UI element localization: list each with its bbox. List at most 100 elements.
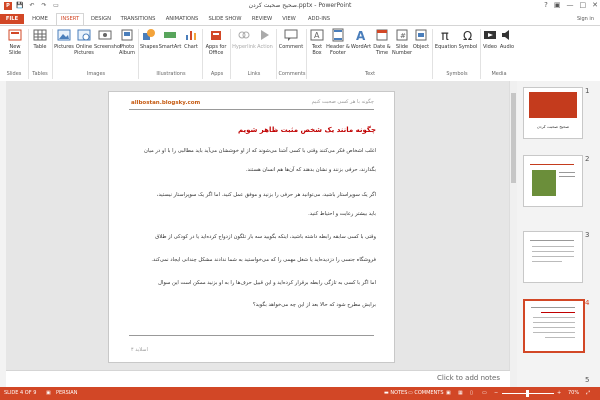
video-button[interactable]: Video [482,28,498,50]
apps-for-office-icon [211,31,221,40]
slide-number-icon: # [396,29,408,41]
fit-slide-icon[interactable]: ⤢ [586,387,590,400]
thumbnail-text [533,332,575,333]
slide-site-url: allbostan.blogsky.com [131,100,201,106]
close-button[interactable]: ✕ [592,1,598,9]
tab-transitions[interactable]: TRANSITIONS [118,14,158,24]
action-button[interactable]: Action [256,28,274,50]
current-slide[interactable]: allbostan.blogsky.com چگونه با هر کسی صح… [108,91,395,363]
ribbon-display-icon[interactable]: ▣ [554,1,561,9]
comment-label: Comment [278,44,304,50]
screenshot-button[interactable]: Screenshot [94,28,122,50]
zoom-slider-thumb[interactable] [526,390,529,397]
group-divider [138,29,139,79]
group-label-apps: Apps [210,71,224,77]
header-divider [129,109,374,110]
text-box-label: Text Box [311,44,323,56]
slide-paragraph: بگذارند، حرفی بزنند و نشان بدهند که آن‌ه… [245,167,376,173]
object-icon [415,29,427,41]
tab-animations[interactable]: ANIMATIONS [162,14,202,24]
equation-button[interactable]: π Equation [434,28,458,50]
text-box-button[interactable]: A Text Box [308,28,326,56]
video-label: Video [482,44,497,50]
tab-add-ins[interactable]: ADD-INS [304,14,334,24]
slide-thumbnail-1[interactable]: صحیح صحبت کردن [523,87,583,139]
slide-thumbnail-4-selected[interactable] [523,299,585,353]
hyperlink-icon [238,31,250,39]
wordart-label: WordArt [350,44,372,50]
status-bar: SLIDE 4 OF 9 ▣ PERSIAN ▬ NOTES ▭ COMMENT… [0,387,600,400]
scrollbar-thumb[interactable] [511,93,516,183]
thumbnail-text [532,251,574,252]
tab-view[interactable]: VIEW [278,14,300,24]
notes-button[interactable]: ▬ NOTES [384,387,407,400]
hyperlink-label: Hyperlink [232,44,256,50]
object-button[interactable]: Object [412,28,430,50]
thumbnail-image [532,170,556,196]
group-label-text: Text [364,71,376,77]
maximize-button[interactable]: □ [580,1,587,9]
zoom-in-button[interactable]: + [557,387,561,400]
header-footer-button[interactable]: Header & Footer [326,28,350,56]
sign-in-link[interactable]: Sign in [577,16,594,22]
normal-view-icon[interactable]: ▣ [446,387,451,400]
tab-review[interactable]: REVIEW [248,14,276,24]
minimize-button[interactable]: — [567,1,574,9]
notes-placeholder[interactable]: Click to add notes [437,374,500,382]
slide-number-button[interactable]: # Slide Number [392,28,412,56]
smartart-button[interactable]: SmartArt [158,28,182,50]
tab-slide-show[interactable]: SLIDE SHOW [206,14,244,24]
date-time-label: Date & Time [373,44,391,56]
help-icon[interactable]: ? [544,1,548,9]
equation-label: Equation [434,44,458,50]
language-indicator[interactable]: PERSIAN [56,387,77,400]
slide-title[interactable]: چگونه مانند یک شخص مثبت ظاهر شویم [238,126,376,134]
comments-button-label: COMMENTS [414,390,444,396]
table-button[interactable]: Table [30,28,50,50]
group-label-symbols: Symbols [446,71,468,77]
tab-file[interactable]: FILE [0,14,24,24]
header-footer-label: Header & Footer [326,44,350,56]
shapes-button[interactable]: Shapes [140,28,158,50]
comment-button[interactable]: Comment [278,28,304,50]
audio-label: Audio [499,44,515,50]
group-label-images: Images [86,71,106,77]
slide-thumbnail-3[interactable] [523,231,583,283]
thumbnail-text [533,322,575,323]
group-label-tables: Tables [32,71,48,77]
slideshow-icon[interactable]: ▭ [482,387,487,400]
audio-button[interactable]: Audio [499,28,515,50]
comment-icon [284,29,298,41]
symbol-button[interactable]: Ω Symbol [458,28,478,50]
slide-thumbnail-2[interactable] [523,155,583,207]
shapes-label: Shapes [140,44,159,50]
hyperlink-button[interactable]: Hyperlink [232,28,256,50]
zoom-out-button[interactable]: − [494,387,498,400]
vertical-scrollbar[interactable] [509,81,517,387]
zoom-level[interactable]: 70% [568,387,579,400]
ribbon-tabs: FILE HOME INSERT DESIGN TRANSITIONS ANIM… [0,13,600,26]
window-title: صحیح صحبت کردن.pptx - PowerPoint [248,2,352,9]
group-divider [432,29,433,79]
apps-for-office-button[interactable]: Apps for Office [204,28,228,56]
online-pictures-button[interactable]: Online Pictures [74,28,94,56]
new-slide-button[interactable]: New Slide [4,28,26,56]
slide-paragraph: اگر یک سوپراستار باشید، می‌توانید هر حرف… [156,192,376,198]
pictures-button[interactable]: Pictures [54,28,74,50]
slide-footer: اسلاید ۴ [131,347,148,353]
chart-button[interactable]: Chart [182,28,200,50]
slide-paragraph: باید بیشتر رعایت و احتیاط کنید. [308,211,376,217]
svg-text:#: # [400,32,406,40]
video-icon [484,31,496,39]
date-time-button[interactable]: Date & Time [372,28,392,56]
photo-album-button[interactable]: Photo Album [118,28,136,56]
tab-home[interactable]: HOME [28,14,52,24]
group-divider [276,29,277,79]
comments-button[interactable]: ▭ COMMENTS [408,387,444,400]
table-label: Table [33,44,47,50]
notes-pane[interactable]: Click to add notes [6,370,510,388]
slide-sorter-icon[interactable]: ▦ [458,387,463,400]
reading-view-icon[interactable]: ▯ [470,387,473,400]
wordart-button[interactable]: A WordArt [350,28,372,50]
tab-design[interactable]: DESIGN [86,14,116,24]
